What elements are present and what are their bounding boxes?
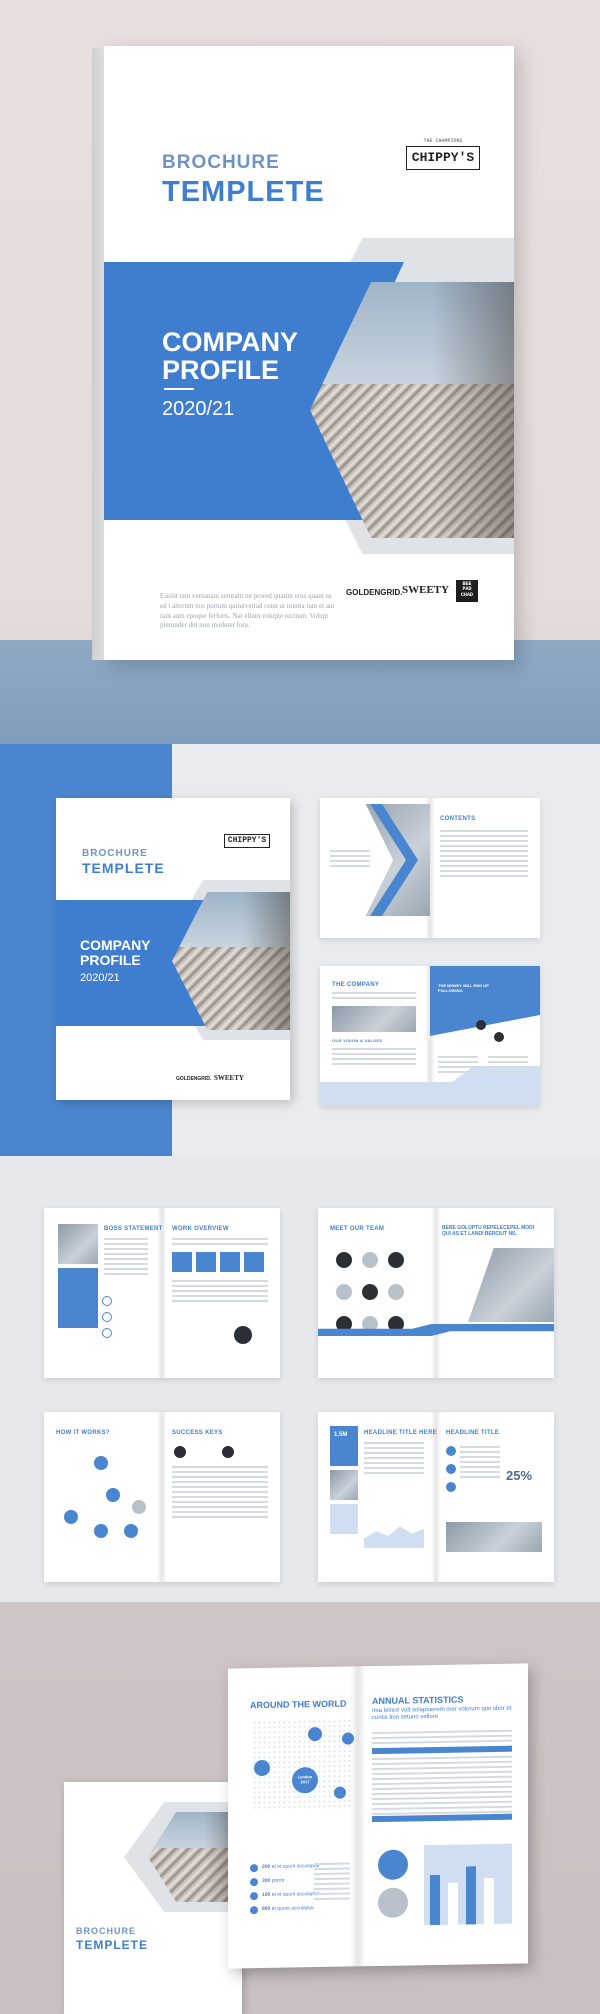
team-ribbon bbox=[318, 1324, 554, 1336]
cover-and-spreads: BROCHURE TEMPLETE CHIPPY'S COMPANY PROFI… bbox=[0, 744, 600, 1156]
team-title: MEET OUR TEAM bbox=[330, 1226, 385, 1232]
success-title: SUCCESS KEYS bbox=[172, 1430, 223, 1436]
around-title: AROUND THE WORLD bbox=[250, 1698, 347, 1711]
cover-brochure: BROCHURE bbox=[162, 152, 280, 173]
cover-company: COMPANY bbox=[162, 327, 299, 357]
cover-year: 2020/21 bbox=[162, 398, 235, 420]
brand-tag: THE CHAMPIONS bbox=[423, 138, 463, 144]
headline-photo-a bbox=[330, 1470, 358, 1500]
year-bubble: London 2017 bbox=[297, 1774, 313, 1784]
stat-2: 100 et et quunt acculaptai bbox=[262, 1891, 320, 1899]
company-photo bbox=[332, 1006, 416, 1032]
vision-title: OUR VISION & VALUES bbox=[332, 1038, 383, 1043]
spreads-grid: BOSS STATEMENT WORK OVERVIEW MEET OUR TE… bbox=[0, 1156, 600, 1602]
contents-title: CONTENTS bbox=[440, 816, 476, 822]
spread-boss: BOSS STATEMENT WORK OVERVIEW bbox=[44, 1208, 280, 1378]
small-company: COMPANY bbox=[80, 937, 151, 953]
team-photo bbox=[468, 1248, 554, 1322]
cover-large: BROCHURE TEMPLETE THE CHAMPIONS CHIPPY'S… bbox=[104, 46, 514, 660]
team-quote: BERE GOLUPTU REPELECEPEL MODI QUI AS ET … bbox=[442, 1225, 535, 1237]
spread-company: THE COMPANY OUR VISION & VALUES THE MONE… bbox=[320, 966, 540, 1106]
small-brochure: BROCHURE bbox=[82, 848, 148, 859]
small-brand-logo: CHIPPY'S bbox=[224, 834, 270, 848]
open-brochure: BROCHURE TEMPLETE AROUND THE WORLD Londo… bbox=[0, 1602, 600, 2014]
headline-photo-b bbox=[446, 1522, 542, 1552]
logo-goldengrid: GOLDENGRID. bbox=[346, 588, 403, 597]
annual-sub: Ima lelnce volt solapluerem mer volorum … bbox=[372, 1705, 512, 1721]
annual-title: ANNUAL STATISTICS bbox=[372, 1694, 464, 1707]
how-title: HOW IT WORKS? bbox=[56, 1430, 110, 1436]
table-row-highlight bbox=[372, 1813, 512, 1823]
cover-rule bbox=[164, 388, 194, 390]
headline-title-a: HEADLINE TITLE HERE bbox=[364, 1430, 438, 1436]
company-title: THE COMPANY bbox=[332, 982, 380, 988]
closed-brochure: BROCHURE TEMPLETE bbox=[64, 1782, 242, 2014]
cover-footer-text: Estelit tam venianam seturalit ne prored… bbox=[160, 592, 335, 630]
small-year: 2020/21 bbox=[80, 972, 120, 984]
small-logo-sweety: SWEETY bbox=[214, 1074, 244, 1082]
small-logo-golden: GOLDENGRID. bbox=[176, 1076, 212, 1082]
spread-how: HOW IT WORKS? SUCCESS KEYS bbox=[44, 1412, 280, 1582]
spread-contents: CONTENTS bbox=[320, 798, 540, 938]
stats-spread: AROUND THE WORLD London 2017 200 et et q… bbox=[228, 1663, 528, 1969]
table-header bbox=[372, 1745, 512, 1755]
headline-light-block bbox=[330, 1504, 358, 1534]
hero-mockup: BROCHURE TEMPLETE THE CHAMPIONS CHIPPY'S… bbox=[0, 0, 600, 744]
closed-templete-label: TEMPLETE bbox=[76, 1938, 149, 1952]
small-templete: TEMPLETE bbox=[82, 860, 165, 876]
stat-3: 800 et quunt acculaptai bbox=[262, 1905, 314, 1913]
closed-brochure-label: BROCHURE bbox=[76, 1926, 137, 1936]
money-quote: THE MONEY WILL END UP FOLLOWING. bbox=[438, 983, 489, 993]
boss-title: BOSS STATEMENT bbox=[104, 1226, 163, 1232]
badge-value: 1.5M bbox=[334, 1432, 348, 1438]
bar-chart bbox=[424, 1843, 512, 1926]
boss-photo bbox=[58, 1224, 98, 1264]
stat-0: 200 et et quunt acculaptai bbox=[262, 1863, 320, 1871]
small-profile: PROFILE bbox=[80, 952, 141, 968]
cover-small: BROCHURE TEMPLETE CHIPPY'S COMPANY PROFI… bbox=[56, 798, 290, 1100]
stat-1: 300 ponot bbox=[262, 1877, 285, 1885]
headline-title-b: HEADLINE TITLE bbox=[446, 1430, 500, 1436]
boss-quote-block bbox=[58, 1268, 98, 1328]
cover-templete: TEMPLETE bbox=[162, 176, 325, 208]
headline-percent: 25% bbox=[506, 1468, 533, 1483]
cover-profile: PROFILE bbox=[162, 355, 280, 385]
area-chart bbox=[364, 1526, 424, 1548]
spread-headline: 1.5M HEADLINE TITLE HERE HEADLINE TITLE … bbox=[318, 1412, 554, 1582]
work-title: WORK OVERVIEW bbox=[172, 1226, 229, 1232]
logo-sweety: SWEETY bbox=[402, 584, 450, 596]
brand-logo: CHIPPY'S bbox=[406, 146, 480, 170]
spread-team: MEET OUR TEAM BERE GOLUPTU REPELECEPEL M… bbox=[318, 1208, 554, 1378]
logo-stamp: BEE PAD CHAD bbox=[456, 580, 478, 602]
